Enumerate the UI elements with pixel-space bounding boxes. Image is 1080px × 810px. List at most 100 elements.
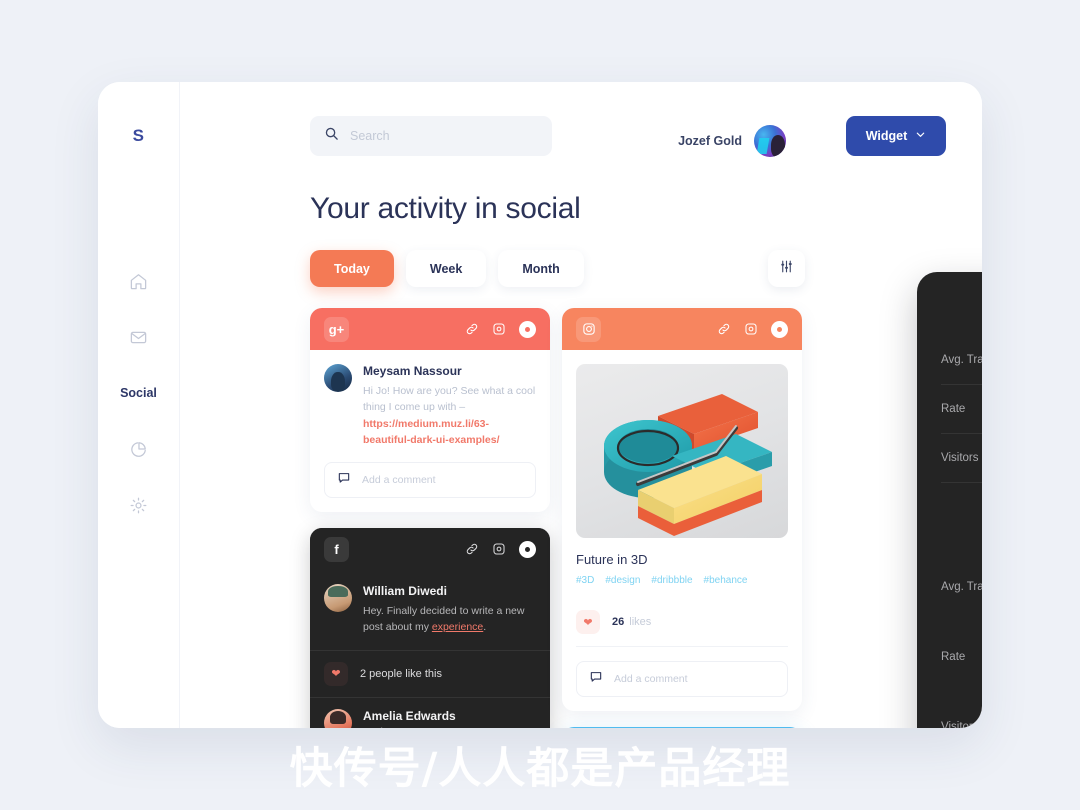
post-tags: #3D #design #dribbble #behance xyxy=(562,567,802,586)
device-panel-title: Device xyxy=(941,294,982,316)
card-actions xyxy=(465,540,536,558)
link-icon[interactable] xyxy=(465,542,479,556)
likes-row: ❤ 26 likes xyxy=(576,600,788,647)
post-body: Meysam Nassour Hi Jo! How are you? See w… xyxy=(310,350,550,462)
column-middle: Future in 3D #3D #design #dribbble #beha… xyxy=(562,308,802,728)
card-actions xyxy=(465,320,536,338)
gear-icon[interactable] xyxy=(744,322,758,336)
post-link[interactable]: https://medium.muz.li/63-beautiful-dark-… xyxy=(363,418,500,446)
traffic-label: Avg. Traffic xyxy=(941,581,982,593)
tag[interactable]: #3D xyxy=(576,575,594,586)
comment-input[interactable]: Add a comment xyxy=(576,661,788,697)
comment-placeholder: Add a comment xyxy=(362,474,436,487)
tab-month[interactable]: Month xyxy=(498,250,584,287)
likes-count: 26 xyxy=(612,616,625,628)
dot-icon[interactable] xyxy=(771,320,788,338)
post-body: William Diwedi Hey. Finally decided to w… xyxy=(310,570,550,650)
mail-icon xyxy=(129,328,148,347)
dot-icon[interactable] xyxy=(519,540,536,558)
card-facebook: f William Diwedi Hey. Finally decided to… xyxy=(310,528,550,728)
post-author: William Diwedi xyxy=(363,584,447,599)
app-logo: S xyxy=(132,126,145,145)
card-next-partial[interactable] xyxy=(562,727,802,728)
tabs: Today Week Month xyxy=(310,250,584,287)
main-content: Jozef Gold Widget Your activity in socia… xyxy=(180,82,982,728)
gear-icon[interactable] xyxy=(492,542,506,556)
column-left: g+ Meysam Nassour Hi Jo! How are you? Se… xyxy=(310,308,550,728)
card-header: f xyxy=(310,528,550,571)
traffic-row-visitors: Visitors max xyxy=(941,677,982,728)
heart-icon[interactable]: ❤ xyxy=(576,610,600,634)
stat-row-avg-traffic: Avg. Traffic 18k xyxy=(941,336,982,385)
tab-week[interactable]: Week xyxy=(405,250,487,287)
watermark: 快传号/人人都是产品经理 xyxy=(289,744,791,794)
dot-icon[interactable] xyxy=(519,320,536,338)
avatar xyxy=(324,584,352,613)
instagram-icon xyxy=(576,316,601,342)
traffic-row-avg-traffic: Avg. Traffic max xyxy=(941,537,982,607)
post-image[interactable] xyxy=(576,364,788,538)
widget-button-label: Widget xyxy=(865,129,908,143)
stat-row-rate: Rate 6m xyxy=(941,385,982,434)
tag[interactable]: #design xyxy=(605,575,640,586)
sidebar-item-social[interactable]: Social xyxy=(119,378,159,408)
card-header: g+ xyxy=(310,308,550,350)
sidebar: S Social xyxy=(98,82,180,728)
page-title: Your activity in social xyxy=(310,192,581,225)
comment-input[interactable]: Add a comment xyxy=(324,462,536,499)
avatar xyxy=(324,364,352,392)
sidebar-item-analytics[interactable] xyxy=(119,434,159,464)
sidebar-nav: Social xyxy=(119,266,159,520)
topbar: Jozef Gold Widget xyxy=(180,82,982,190)
card-header xyxy=(562,308,802,350)
sidebar-item-home[interactable] xyxy=(119,266,159,296)
person-name: Amelia Edwards xyxy=(363,708,456,723)
tag[interactable]: #dribbble xyxy=(651,575,692,586)
card-gplus: g+ Meysam Nassour Hi Jo! How are you? Se… xyxy=(310,308,550,513)
post-text-plain: Hi Jo! How are you? See what a cool thin… xyxy=(363,385,536,414)
stat-label: Rate xyxy=(941,403,966,415)
sidebar-item-settings[interactable] xyxy=(119,490,159,520)
post-author: Meysam Nassour xyxy=(363,364,462,378)
post-link[interactable]: experience xyxy=(432,621,483,633)
google-plus-icon: g+ xyxy=(324,316,349,342)
filter-button[interactable] xyxy=(768,250,805,287)
pie-chart-icon xyxy=(129,440,148,459)
likes-row: ❤ 2 people like this xyxy=(310,649,550,697)
search-input[interactable] xyxy=(350,129,538,143)
sliders-icon xyxy=(779,259,794,279)
facebook-icon: f xyxy=(324,536,349,562)
traffic-label: Visitors xyxy=(941,721,979,728)
widget-button[interactable]: Widget xyxy=(846,116,946,156)
card-instagram: Future in 3D #3D #design #dribbble #beha… xyxy=(562,308,802,711)
sidebar-item-mail[interactable] xyxy=(119,322,159,352)
traffic-panel-title: Traffic xyxy=(941,509,982,531)
link-icon[interactable] xyxy=(465,322,479,336)
gear-icon xyxy=(129,496,148,515)
traffic-label: Rate xyxy=(941,651,966,663)
comment-icon xyxy=(589,670,603,689)
stat-row-visitors: Visitors 65% xyxy=(941,434,982,483)
tab-today[interactable]: Today xyxy=(310,250,394,287)
person-time: 5 minutes xyxy=(363,726,456,728)
likes-text: 2 people like this xyxy=(360,667,442,680)
traffic-row-rate: Rate max xyxy=(941,607,982,677)
list-item[interactable]: Amelia Edwards 5 minutes xyxy=(310,696,550,728)
likes-label: likes xyxy=(629,616,652,628)
comment-placeholder: Add a comment xyxy=(614,673,688,685)
post-text-tail: . xyxy=(483,621,487,634)
tag[interactable]: #behance xyxy=(704,575,748,586)
heart-icon: ❤ xyxy=(324,661,348,686)
sidebar-item-label: Social xyxy=(120,386,157,400)
user-block[interactable]: Jozef Gold xyxy=(678,125,786,157)
post-text: Hi Jo! How are you? See what a cool thin… xyxy=(363,383,536,448)
search-box[interactable] xyxy=(310,116,552,156)
app-window: S Social Search Jozef Gold Widget Your a… xyxy=(98,82,982,728)
comment-icon xyxy=(337,471,351,490)
avatar[interactable] xyxy=(754,125,786,157)
avatar xyxy=(324,709,352,728)
post-title: Future in 3D xyxy=(576,552,648,567)
gear-icon[interactable] xyxy=(492,322,506,336)
link-icon[interactable] xyxy=(717,322,731,336)
post-text: Hey. Finally decided to write a new post… xyxy=(363,603,536,636)
